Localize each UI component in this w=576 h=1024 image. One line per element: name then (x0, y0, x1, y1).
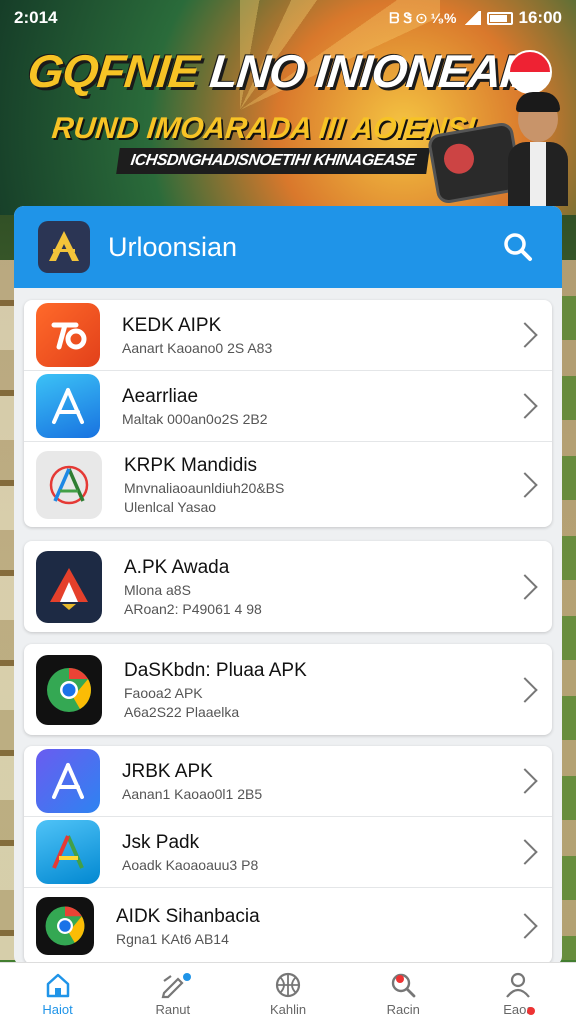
app-meta: Maltak 000an0o2S 2B2 (122, 410, 268, 427)
list-item[interactable]: Jsk Padk Aoadk Kaoaoauu3 P8 (24, 817, 552, 888)
app-list-card: Urloonsian KEDK AIPK Aanart Kaoano0 2S A… (14, 206, 562, 966)
nav-label: Ranut (155, 1001, 191, 1017)
chevron-right-icon (512, 839, 538, 865)
app-name: AIDK Sihanbacia (116, 905, 260, 927)
app-group-4: JRBK APK Aanan1 Kaoao0l1 2B5 Jsk Padk Ao… (24, 746, 552, 964)
orange-app-icon (36, 303, 100, 367)
app-name: Aearrliae (122, 385, 199, 407)
nav-label: Racin (386, 1001, 420, 1017)
app-bar: Urloonsian (14, 206, 562, 288)
basketball-icon (275, 972, 301, 997)
search-icon[interactable] (498, 227, 538, 267)
nav-home[interactable]: Haiot (0, 963, 115, 1024)
nav-basketball[interactable]: Kahlin (230, 963, 345, 1024)
chrome-dark-icon (36, 897, 94, 955)
nav-edit[interactable]: Ranut (115, 963, 230, 1024)
app-name: KEDK AIPK (122, 314, 222, 336)
flag-badge-icon (508, 50, 552, 94)
nav-label: Kahlin (269, 1001, 307, 1017)
status-clock: 16:00 (518, 8, 562, 27)
chevron-right-icon (512, 573, 538, 600)
status-time: 2:014 (14, 8, 58, 27)
blue-a-icon (36, 374, 100, 438)
app-meta: Aoadk Kaoaoauu3 P8 (122, 856, 259, 873)
list-item[interactable]: DaSKbdn: Pluaa APK Faooa2 APK A6a2S22 Pl… (24, 644, 552, 735)
profile-icon (506, 972, 531, 998)
list-item[interactable]: KEDK AIPK Aanart Kaoano0 2S A83 (24, 300, 552, 371)
app-meta: ARoan2: P49061 4 98 (124, 600, 262, 617)
chevron-right-icon (512, 322, 538, 348)
status-indicators: ᗷ Ꮥ ⊙ ¹⁄₉% (389, 9, 457, 26)
app-title: Urloonsian (108, 231, 238, 262)
nav-search[interactable]: Racin (346, 963, 461, 1024)
list-item[interactable]: Aearrliae Maltak 000an0o2S 2B2 (24, 371, 552, 442)
battery-icon (486, 11, 513, 25)
app-name: Jsk Padk (122, 831, 200, 853)
colorful-a-icon (36, 820, 100, 884)
chevron-right-icon (512, 471, 538, 498)
app-group-3: DaSKbdn: Pluaa APK Faooa2 APK A6a2S22 Pl… (24, 644, 552, 735)
app-name: DaSKbdn: Pluaa APK (124, 659, 307, 681)
search-icon (392, 973, 416, 997)
app-logo-icon[interactable] (38, 221, 90, 273)
banner-subtitle: RUND IMOARADA III AOIENSI (50, 112, 477, 145)
app-meta: A6a2S22 Plaaelka (124, 703, 240, 720)
app-meta: Rgna1 KAt6 AB14 (116, 930, 229, 947)
app-group-2: A.PK Awada Mlona a8S ARoan2: P49061 4 98 (24, 541, 552, 632)
multicolor-a-icon (36, 450, 102, 519)
app-meta: Ulenlcal Yasao (124, 498, 217, 515)
red-triangle-apk-icon (36, 550, 102, 623)
app-meta: Aanart Kaoano0 2S A83 (122, 339, 273, 356)
app-name: KRPK Mandidis (124, 454, 258, 476)
banner-strip: ICHSDNGHADISNOETIHI KHINAGEASE (116, 148, 430, 174)
signal-icon (462, 11, 481, 25)
chevron-right-icon (512, 393, 538, 419)
blue-a-gradient-icon (36, 749, 100, 813)
person-illustration (508, 92, 568, 206)
status-bar: 2:014 ᗷ Ꮥ ⊙ ¹⁄₉% 16:00 (0, 0, 576, 36)
app-name: A.PK Awada (124, 556, 230, 578)
list-item[interactable]: AIDK Sihanbacia Rgna1 KAt6 AB14 (24, 888, 552, 964)
app-group-1: KEDK AIPK Aanart Kaoano0 2S A83 Aearrlia… (24, 300, 552, 527)
app-meta: Mlona a8S (124, 581, 191, 598)
notification-dot (183, 973, 192, 981)
list-item[interactable]: A.PK Awada Mlona a8S ARoan2: P49061 4 98 (24, 541, 552, 632)
chrome-style-icon (36, 654, 102, 725)
home-icon (46, 973, 69, 997)
chevron-right-icon (512, 768, 538, 794)
app-meta: Aanan1 Kaoao0l1 2B5 (122, 785, 263, 802)
nav-label: Haiot (42, 1001, 73, 1017)
notification-dot (395, 975, 404, 983)
app-meta: Faooa2 APK (124, 684, 203, 701)
app-name: JRBK APK (122, 760, 213, 782)
nav-profile[interactable]: Eaoa (461, 963, 576, 1024)
list-item[interactable]: KRPK Mandidis Mnvnaliaoaunldiuh20&BS Ule… (24, 442, 552, 527)
notification-dot (526, 1007, 535, 1015)
list-item[interactable]: JRBK APK Aanan1 Kaoao0l1 2B5 (24, 746, 552, 817)
app-meta: Mnvnaliaoaunldiuh20&BS (124, 479, 285, 496)
banner-title: GQFNIE LNO INIONEAII (25, 45, 527, 97)
chevron-right-icon (512, 676, 538, 703)
bottom-navigation: Haiot Ranut Kahlin Racin Eaoa (0, 962, 576, 1024)
chevron-right-icon (512, 913, 538, 939)
